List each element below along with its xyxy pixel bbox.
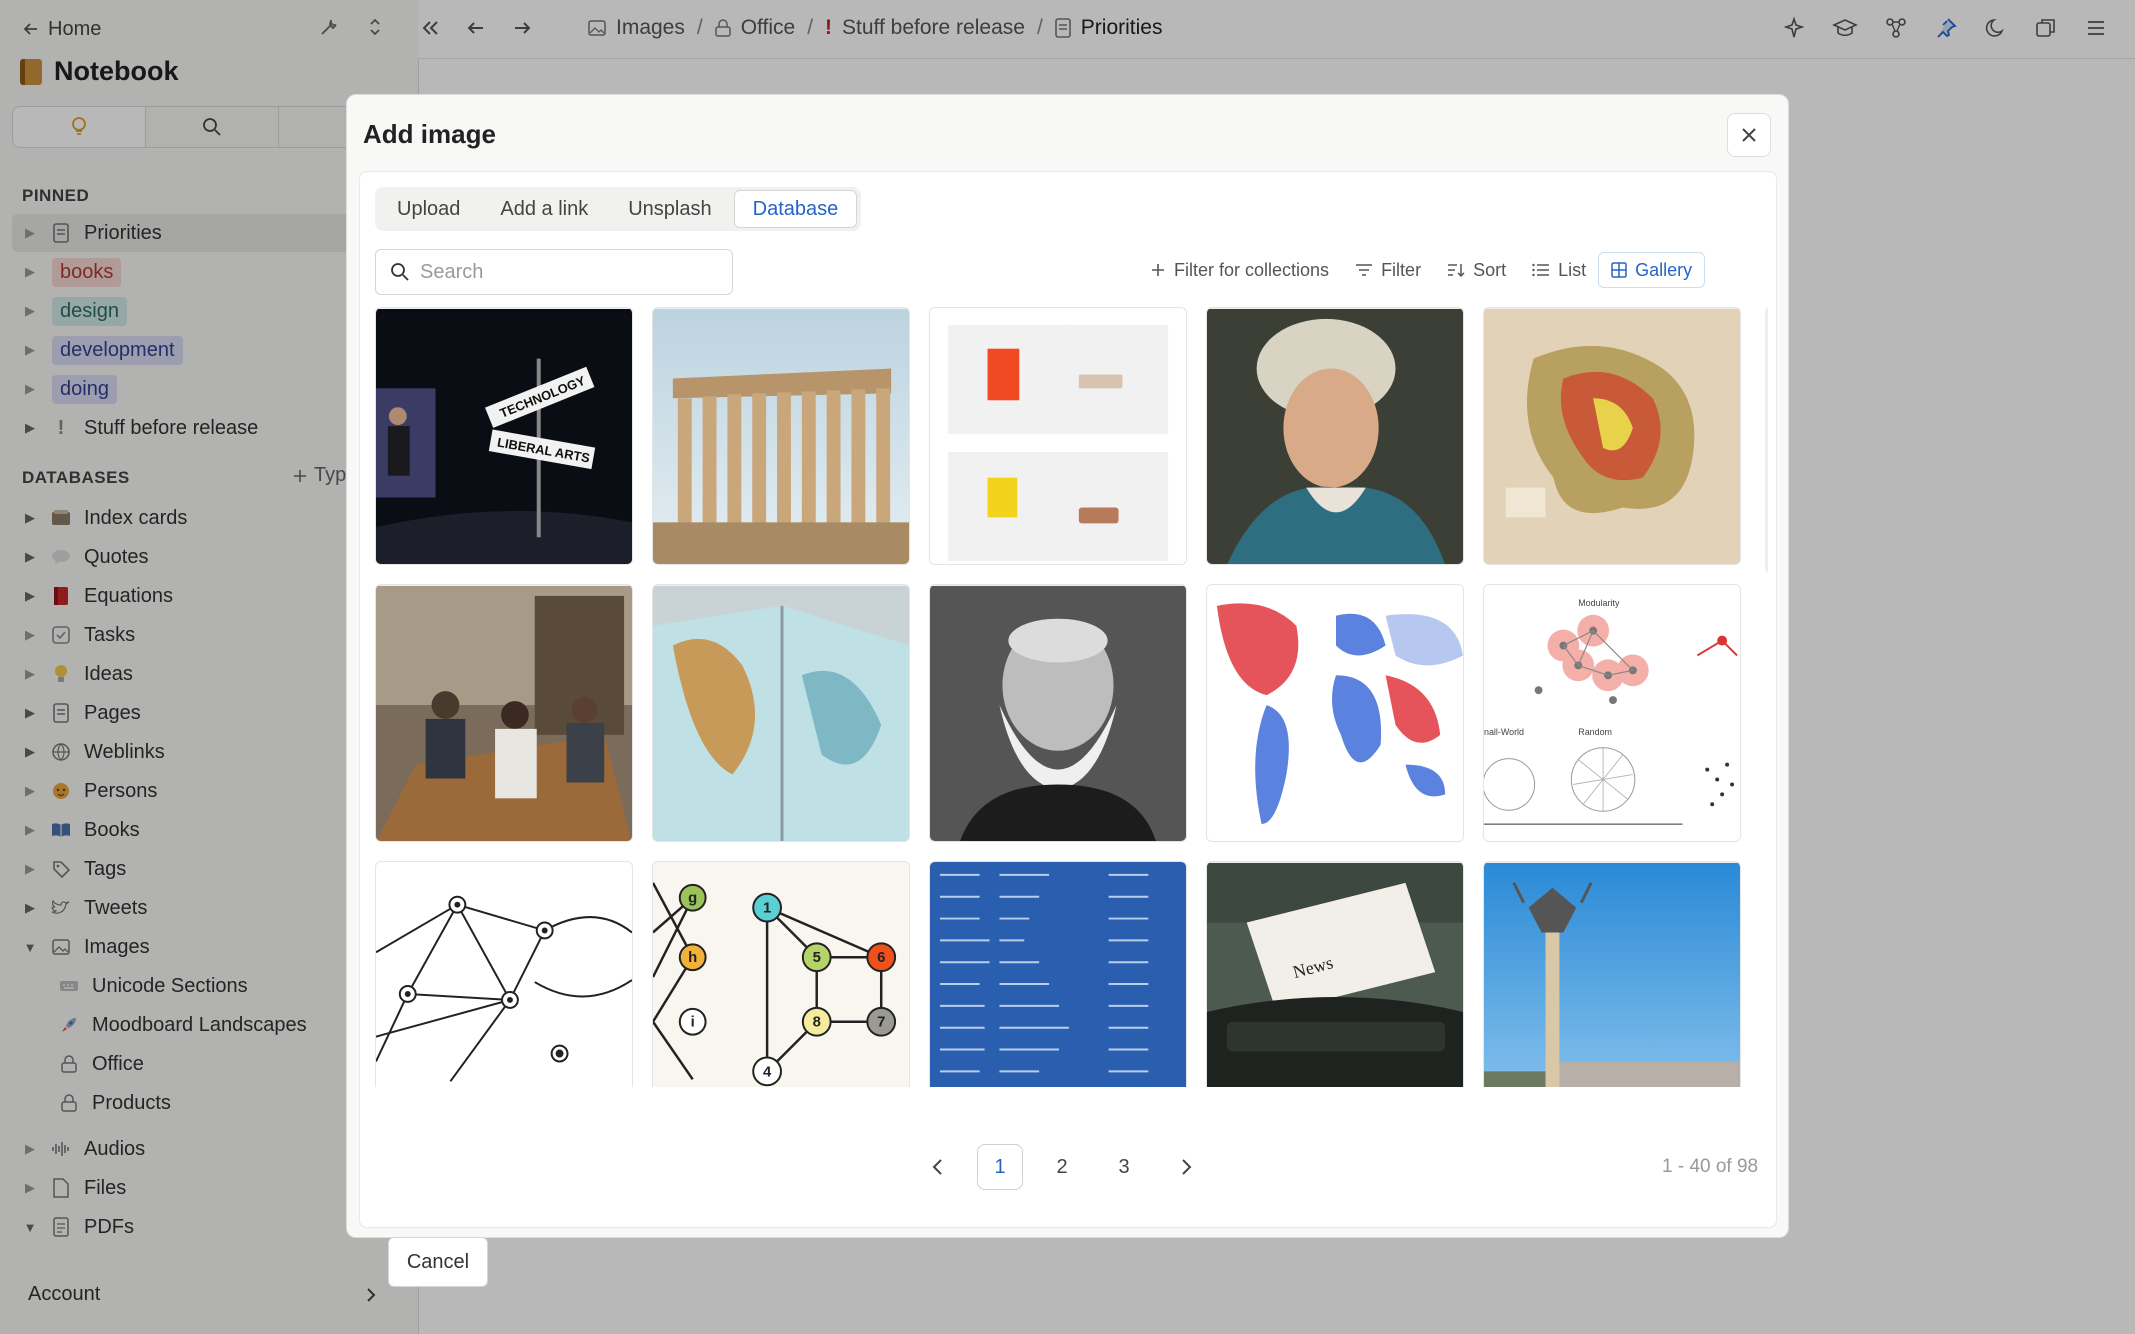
grid-icon: [1611, 262, 1627, 278]
tab-unsplash[interactable]: Unsplash: [610, 190, 729, 228]
svg-text:g: g: [688, 891, 697, 907]
gallery-image-typewriter-news[interactable]: News: [1206, 861, 1464, 1087]
close-icon: [1740, 126, 1758, 144]
list-icon: [1532, 263, 1550, 277]
gallery-image-parthenon[interactable]: [652, 307, 910, 565]
sort-label: Sort: [1473, 259, 1507, 280]
source-tabs: Upload Add a link Unsplash Database: [375, 187, 862, 231]
cancel-button[interactable]: Cancel: [388, 1237, 488, 1287]
gallery-label: Gallery: [1635, 259, 1693, 280]
partial-image-edge: [1765, 307, 1768, 573]
plus-icon: [1150, 262, 1166, 278]
page-button-1[interactable]: 1: [977, 1144, 1023, 1190]
svg-text:5: 5: [813, 950, 821, 966]
svg-text:Random: Random: [1578, 727, 1612, 737]
svg-text:Modularity: Modularity: [1578, 598, 1620, 608]
svg-text:h: h: [688, 950, 697, 966]
gallery-toolbar: Filter for collections Filter Sort List …: [1150, 252, 1706, 288]
previous-page-button[interactable]: [915, 1144, 961, 1190]
pagination: 1 2 3: [915, 1144, 1209, 1190]
search-icon: [390, 262, 410, 282]
gallery-image-office-meeting[interactable]: [375, 584, 633, 842]
filter-collections-button[interactable]: Filter for collections: [1150, 252, 1329, 288]
search-box: [375, 249, 733, 295]
gallery-image-product-catalog[interactable]: [929, 307, 1187, 565]
search-input[interactable]: [420, 260, 700, 284]
gallery-image-numbered-graph[interactable]: g h i 1 5 6 8 7 4: [652, 861, 910, 1087]
gallery-image-city-monument[interactable]: [1483, 861, 1741, 1087]
filter-label: Filter: [1381, 259, 1422, 280]
svg-text:8: 8: [813, 1015, 821, 1031]
filter-collections-label: Filter for collections: [1174, 259, 1330, 280]
tab-database[interactable]: Database: [733, 190, 858, 228]
sort-button[interactable]: Sort: [1447, 252, 1506, 288]
dialog-title: Add image: [363, 119, 496, 149]
sort-icon: [1447, 262, 1465, 278]
svg-text:6: 6: [877, 950, 885, 966]
list-label: List: [1558, 259, 1587, 280]
page-button-2[interactable]: 2: [1039, 1144, 1085, 1190]
gallery-image-world-map[interactable]: [1206, 584, 1464, 842]
svg-text:1: 1: [763, 901, 771, 917]
results-count: 1 - 40 of 98: [1662, 1156, 1759, 1177]
svg-text:4: 4: [763, 1064, 772, 1080]
filter-icon: [1355, 263, 1373, 277]
gallery-image-euler-portrait[interactable]: [1206, 307, 1464, 565]
close-button[interactable]: [1727, 113, 1771, 157]
gallery-image-equations-list[interactable]: [929, 861, 1187, 1087]
svg-text:nall-World: nall-World: [1484, 727, 1524, 737]
gallery-image-network-types[interactable]: Modularity nall-World Random: [1483, 584, 1741, 842]
dialog-body: Upload Add a link Unsplash Database Filt…: [359, 171, 1777, 1287]
tab-add-link[interactable]: Add a link: [482, 190, 606, 228]
gallery-image-bearded-man-portrait[interactable]: [929, 584, 1187, 842]
gallery-image-network-sketch[interactable]: [375, 861, 633, 1087]
svg-text:7: 7: [877, 1015, 885, 1031]
filter-button[interactable]: Filter: [1355, 252, 1421, 288]
image-gallery: TECHNOLOGY LIBERAL ARTS Modularity nall-…: [375, 307, 1768, 1256]
gallery-image-relief-map[interactable]: [1483, 307, 1741, 565]
svg-text:i: i: [691, 1015, 695, 1031]
gallery-image-open-atlas[interactable]: [652, 584, 910, 842]
page-button-3[interactable]: 3: [1101, 1144, 1147, 1190]
chevron-right-icon: [1179, 1157, 1193, 1177]
list-view-button[interactable]: List: [1532, 252, 1586, 288]
tab-upload[interactable]: Upload: [379, 190, 478, 228]
add-image-dialog: Add image Upload Add a link Unsplash Dat…: [346, 94, 1789, 1287]
gallery-view-button[interactable]: Gallery: [1598, 252, 1706, 288]
chevron-left-icon: [931, 1157, 945, 1177]
gallery-image-technology-liberal-arts[interactable]: TECHNOLOGY LIBERAL ARTS: [375, 307, 633, 565]
next-page-button[interactable]: [1163, 1144, 1209, 1190]
